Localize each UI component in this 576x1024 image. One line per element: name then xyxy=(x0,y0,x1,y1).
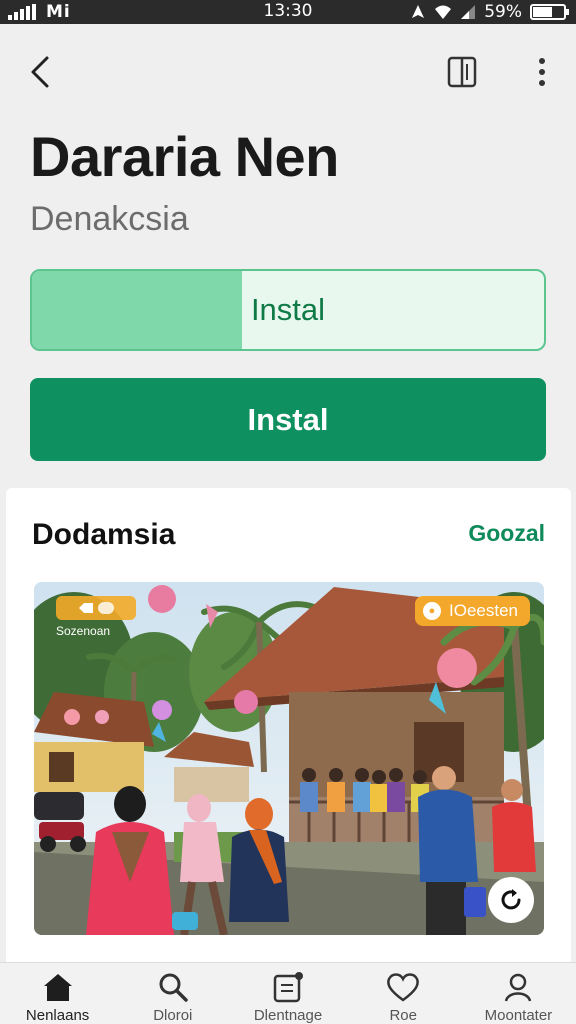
battery-percent: 59% xyxy=(484,2,522,22)
search-icon xyxy=(159,973,188,1002)
village-photo[interactable]: Sozenoan ● IOeesten xyxy=(34,582,544,935)
wifi-icon xyxy=(435,5,452,19)
village-photo-image xyxy=(34,582,544,935)
app-subtitle: Denakcsia xyxy=(30,200,189,238)
home-icon xyxy=(43,974,72,1001)
card-link[interactable]: Goozal xyxy=(468,520,545,547)
notes-icon xyxy=(273,972,303,1003)
read-mode-button[interactable] xyxy=(440,50,484,94)
bottom-navigation: Nenlaans Dloroi Dlentnage Roe Moontater xyxy=(0,962,576,1024)
refresh-icon xyxy=(501,889,521,910)
nav-label-search: Dloroi xyxy=(153,1007,193,1024)
more-options-button[interactable] xyxy=(524,50,560,94)
nav-label-favorites: Roe xyxy=(389,1007,417,1024)
battery-icon xyxy=(530,4,569,20)
photo-tag-caption: Sozenoan xyxy=(56,624,111,638)
status-bar: Mi 13:30 59% xyxy=(0,0,576,24)
nav-item-notes[interactable]: Dlentnage xyxy=(230,963,345,1024)
nav-label-notes: Dlentnage xyxy=(253,1007,323,1024)
photo-tag-badge xyxy=(56,596,136,620)
photo-location-badge[interactable]: ● IOeesten xyxy=(415,596,530,626)
top-app-bar xyxy=(0,44,576,100)
book-icon xyxy=(447,56,477,88)
install-button[interactable]: Instal xyxy=(30,378,546,461)
download-progress-label: Instal xyxy=(250,292,326,327)
back-button[interactable] xyxy=(20,50,60,94)
cell-signal-icon xyxy=(461,5,476,19)
app-title: Dararia Nen xyxy=(30,125,339,188)
more-vert-icon xyxy=(539,58,545,86)
nav-label-home: Nenlaans xyxy=(25,1007,90,1024)
content-card: Dodamsia Goozal Sozenoan ● IOeesten xyxy=(6,488,571,978)
nav-item-home[interactable]: Nenlaans xyxy=(0,963,115,1024)
location-pin-icon: ● xyxy=(423,602,441,620)
download-progress-button[interactable]: Instal xyxy=(30,269,546,351)
nav-item-favorites[interactable]: Roe xyxy=(346,963,461,1024)
location-icon xyxy=(412,5,425,18)
profile-icon xyxy=(505,973,532,1002)
badge-dot-icon xyxy=(98,602,114,614)
card-title: Dodamsia xyxy=(32,518,176,551)
refresh-button[interactable] xyxy=(488,877,534,923)
heart-icon xyxy=(387,973,420,1002)
nav-label-profile: Moontater xyxy=(484,1007,553,1024)
tag-icon xyxy=(79,603,93,613)
nav-item-search[interactable]: Dloroi xyxy=(115,963,230,1024)
chevron-left-icon xyxy=(31,56,49,88)
nav-item-profile[interactable]: Moontater xyxy=(461,963,576,1024)
photo-location-label: IOeesten xyxy=(449,601,518,620)
